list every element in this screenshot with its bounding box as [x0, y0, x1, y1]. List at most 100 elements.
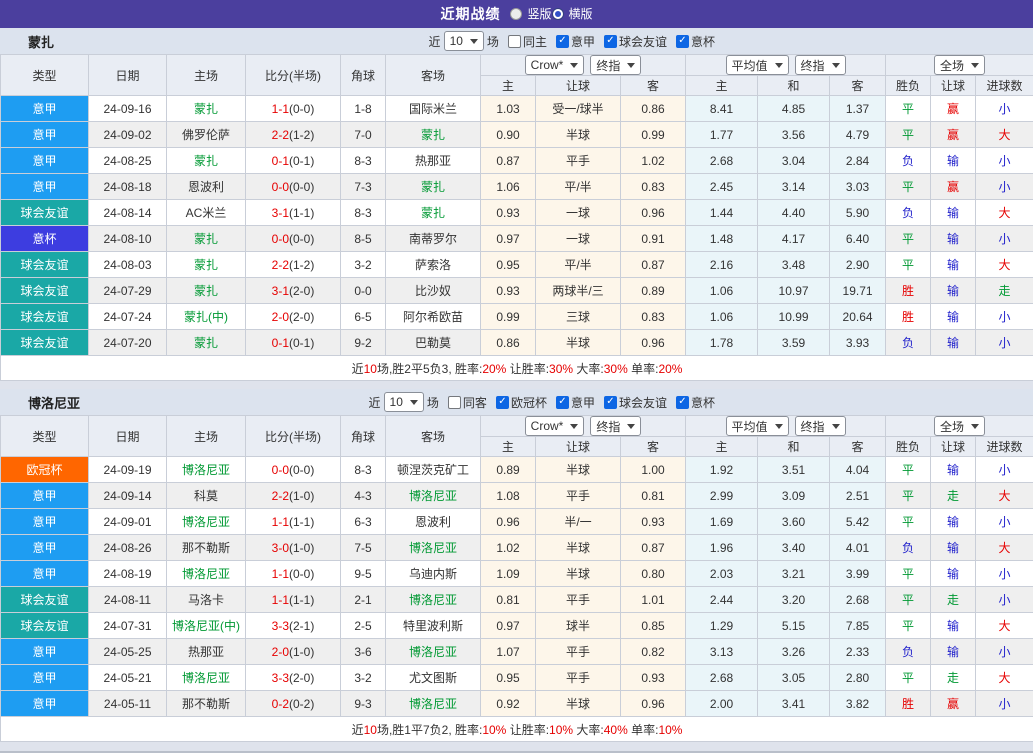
odds-stage-select[interactable]: 终指 — [590, 55, 641, 75]
away-team: 尤文图斯 — [386, 665, 481, 691]
match-type-badge: 意甲 — [1, 148, 89, 174]
column-header: 客场 — [386, 55, 481, 96]
match-score: 1-1(1-1) — [246, 509, 341, 535]
layout-radio-selected[interactable]: 横版 — [552, 5, 593, 22]
sub-column-header: 客 — [830, 76, 886, 96]
home-team: 蒙扎 — [167, 148, 246, 174]
filter-checkbox-欧冠杯[interactable]: ✓欧冠杯 — [496, 394, 547, 411]
match-row: 球会友谊24-07-24蒙扎(中)2-0(2-0)6-5阿尔希欧苗0.99三球0… — [1, 304, 1033, 330]
fullgame-select[interactable]: 全场 — [934, 416, 985, 436]
match-date: 24-07-24 — [89, 304, 167, 330]
result-handicap: 输 — [931, 252, 976, 278]
layout-radio-option[interactable]: 竖版 — [510, 5, 551, 22]
odds-stage-select[interactable]: 终指 — [590, 416, 641, 436]
avg-home: 1.48 — [686, 226, 758, 252]
odds-handicap: 半球 — [536, 561, 621, 587]
odds-home: 1.07 — [481, 639, 536, 665]
stat-label: 近 — [352, 362, 364, 376]
result-winloss: 胜 — [886, 278, 931, 304]
match-score: 3-0(1-0) — [246, 535, 341, 561]
avg-stage-select[interactable]: 终指 — [795, 416, 846, 436]
result-goals: 大 — [976, 200, 1033, 226]
dropdown-selected-label: 终指 — [596, 57, 620, 74]
checkbox-checked-icon: ✓ — [604, 396, 617, 409]
checkbox-unchecked-icon — [448, 396, 461, 409]
filter-checkbox-球会友谊[interactable]: ✓球会友谊 — [604, 394, 667, 411]
avg-draw: 3.41 — [758, 691, 830, 717]
sub-column-header: 主 — [686, 76, 758, 96]
stat-label: 单率: — [628, 362, 659, 376]
result-handicap: 走 — [931, 665, 976, 691]
result-goals: 大 — [976, 535, 1033, 561]
team-filter-row: 蒙扎近10场同主✓意甲✓球会友谊✓意杯 — [0, 28, 1033, 54]
bookmaker-select[interactable]: Crow* — [525, 55, 585, 75]
match-date: 24-09-16 — [89, 96, 167, 122]
match-type-badge: 球会友谊 — [1, 330, 89, 356]
odds-handicap: 平手 — [536, 587, 621, 613]
result-handicap: 输 — [931, 561, 976, 587]
matches-count-select[interactable]: 10 — [384, 392, 424, 412]
odds-handicap: 两球半/三 — [536, 278, 621, 304]
corner-count: 6-3 — [341, 509, 386, 535]
filter-checkbox-意杯[interactable]: ✓意杯 — [676, 394, 715, 411]
result-handicap: 赢 — [931, 174, 976, 200]
average-select[interactable]: 平均值 — [726, 55, 789, 75]
filter-checkbox-意杯[interactable]: ✓意杯 — [676, 33, 715, 50]
avg-draw: 10.99 — [758, 304, 830, 330]
dropdown-caret-icon — [971, 63, 979, 68]
fulltime-score: 2-0 — [272, 310, 289, 324]
filter-checkbox-同客[interactable]: 同客 — [448, 394, 487, 411]
matches-count-select[interactable]: 10 — [444, 31, 484, 51]
fullgame-select[interactable]: 全场 — [934, 55, 985, 75]
fullgame-group-header-controls: 全场 — [886, 55, 1033, 75]
avg-group-header-controls: 平均值终指 — [686, 55, 885, 75]
filter-checkbox-意甲[interactable]: ✓意甲 — [556, 394, 595, 411]
sub-column-header: 主 — [686, 437, 758, 457]
sub-column-header: 让球 — [931, 437, 976, 457]
match-row: 球会友谊24-07-29蒙扎3-1(2-0)0-0比沙奴0.93两球半/三0.8… — [1, 278, 1033, 304]
result-winloss: 平 — [886, 96, 931, 122]
avg-away: 3.82 — [830, 691, 886, 717]
result-goals: 大 — [976, 122, 1033, 148]
match-type-badge: 意甲 — [1, 96, 89, 122]
stats-footer: 近10场,胜2平5负3, 胜率:20% 让胜率:30% 大率:30% 单率:20… — [1, 356, 1033, 381]
sub-column-header: 客 — [621, 76, 686, 96]
odds-home: 0.97 — [481, 226, 536, 252]
avg-stage-select[interactable]: 终指 — [795, 55, 846, 75]
stat-label: 场,胜2平5负3, 胜率: — [377, 362, 482, 376]
fulltime-score: 2-2 — [272, 128, 289, 142]
avg-group-header: 平均值终指 — [686, 416, 886, 437]
avg-draw: 4.85 — [758, 96, 830, 122]
filter-checkbox-意甲[interactable]: ✓意甲 — [556, 33, 595, 50]
halftime-score: (2-0) — [289, 310, 314, 324]
avg-home: 1.69 — [686, 509, 758, 535]
match-row: 球会友谊24-07-20蒙扎0-1(0-1)9-2巴勒莫0.86半球0.961.… — [1, 330, 1033, 356]
odds-handicap: 一球 — [536, 226, 621, 252]
avg-draw: 3.60 — [758, 509, 830, 535]
match-row: 球会友谊24-08-14AC米兰3-1(1-1)8-3蒙扎0.93一球0.961… — [1, 200, 1033, 226]
match-row: 意甲24-09-01博洛尼亚1-1(1-1)6-3恩波利0.96半/一0.931… — [1, 509, 1033, 535]
halftime-score: (0-1) — [289, 336, 314, 350]
away-team: 南蒂罗尔 — [386, 226, 481, 252]
filter-checkbox-球会友谊[interactable]: ✓球会友谊 — [604, 33, 667, 50]
odds-home: 0.87 — [481, 148, 536, 174]
avg-away: 2.33 — [830, 639, 886, 665]
checkbox-label: 意杯 — [691, 33, 715, 50]
avg-draw: 4.17 — [758, 226, 830, 252]
fulltime-score: 0-0 — [272, 232, 289, 246]
match-type-badge: 球会友谊 — [1, 200, 89, 226]
corner-count: 8-3 — [341, 148, 386, 174]
away-team: 阿尔希欧苗 — [386, 304, 481, 330]
avg-home: 2.68 — [686, 148, 758, 174]
stat-value: 10 — [364, 723, 377, 737]
dropdown-selected-label: 10 — [390, 395, 403, 409]
home-team: 博洛尼亚(中) — [167, 613, 246, 639]
match-row: 欧冠杯24-09-19博洛尼亚0-0(0-0)8-3顿涅茨克矿工0.89半球1.… — [1, 457, 1033, 483]
filter-checkbox-同主[interactable]: 同主 — [508, 33, 547, 50]
average-select[interactable]: 平均值 — [726, 416, 789, 436]
odds-handicap: 半/一 — [536, 509, 621, 535]
avg-away: 2.51 — [830, 483, 886, 509]
bookmaker-select[interactable]: Crow* — [525, 416, 585, 436]
dropdown-selected-label: Crow* — [531, 58, 564, 72]
layout-radio-group: 竖版横版 — [510, 5, 592, 23]
